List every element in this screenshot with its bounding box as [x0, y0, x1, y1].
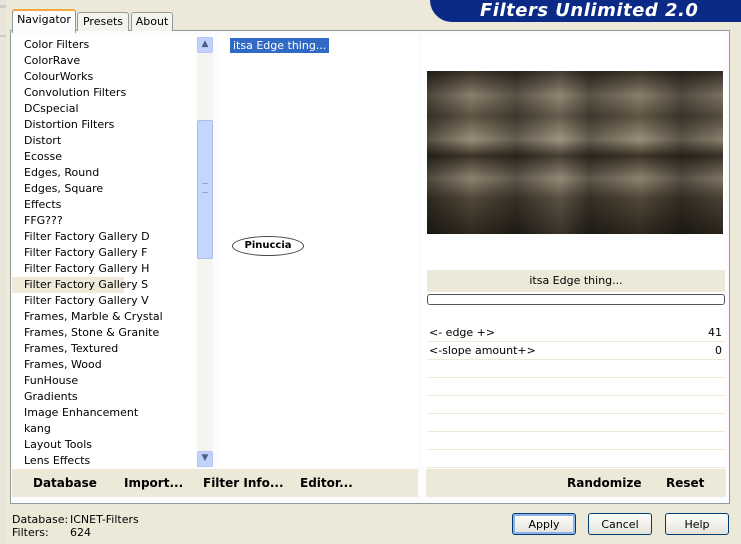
category-item[interactable]: Image Enhancement	[12, 405, 196, 421]
chevron-up-icon[interactable]: ▲	[197, 37, 213, 53]
category-item[interactable]: Frames, Wood	[12, 357, 196, 373]
reset-button[interactable]: Reset	[666, 476, 704, 490]
category-scrollbar[interactable]: ▲ ▼	[197, 37, 213, 467]
category-item[interactable]: Frames, Marble & Crystal	[12, 309, 196, 325]
param-row-empty	[427, 379, 725, 396]
category-item[interactable]: Filter Factory Gallery F	[12, 245, 196, 261]
param-row-empty	[427, 415, 725, 432]
param-row-empty	[427, 433, 725, 450]
left-edge-mark	[0, 5, 6, 8]
database-label: Database:	[12, 513, 69, 526]
filter-info-button[interactable]: Filter Info...	[203, 476, 284, 490]
category-item[interactable]: Filter Factory Gallery D	[12, 229, 196, 245]
tab-navigator[interactable]: Navigator	[12, 9, 76, 33]
category-item[interactable]: Ecosse	[12, 149, 196, 165]
category-item[interactable]: Effects	[12, 197, 196, 213]
param-label: <- edge +>	[429, 326, 496, 339]
category-list[interactable]: Color Filters ColorRave ColourWorks Convolu…	[12, 35, 196, 468]
filter-item[interactable]: itsa Edge thing...	[230, 38, 330, 53]
category-item[interactable]: ColorRave	[12, 53, 196, 69]
category-item[interactable]: Layout Tools	[12, 437, 196, 453]
randomize-button[interactable]: Randomize	[567, 476, 641, 490]
help-button[interactable]: Help	[665, 513, 729, 535]
category-item[interactable]: Filter Factory Gallery S	[12, 277, 148, 293]
category-item[interactable]: ColourWorks	[12, 69, 196, 85]
param-value: 41	[708, 326, 722, 339]
preview-image[interactable]	[427, 71, 723, 234]
category-item[interactable]: Edges, Round	[12, 165, 196, 181]
database-value: ICNET-Filters	[70, 513, 139, 526]
grip-icon	[202, 183, 208, 193]
category-item[interactable]: Frames, Stone & Granite	[12, 325, 196, 341]
category-item[interactable]: Lens Effects	[12, 453, 196, 468]
category-item[interactable]: FFG???	[12, 213, 196, 229]
category-item[interactable]: Distort	[12, 133, 196, 149]
param-row-empty	[427, 451, 725, 468]
import-button[interactable]: Import...	[124, 476, 183, 490]
param-row-slope[interactable]: <-slope amount+> 0	[427, 343, 725, 360]
watermark-logo: Pinuccia	[232, 236, 304, 256]
category-item[interactable]: FunHouse	[12, 373, 196, 389]
tab-presets[interactable]: Presets	[77, 12, 129, 31]
category-item[interactable]: Distortion Filters	[12, 117, 196, 133]
scroll-thumb[interactable]	[197, 120, 213, 259]
editor-button[interactable]: Editor...	[300, 476, 353, 490]
param-row-empty	[427, 361, 725, 378]
tab-about[interactable]: About	[131, 12, 173, 31]
param-label: <-slope amount+>	[429, 344, 536, 357]
category-item[interactable]: Gradients	[12, 389, 196, 405]
filters-count: 624	[70, 526, 91, 539]
category-item[interactable]: Frames, Textured	[12, 341, 196, 357]
param-row-edge[interactable]: <- edge +> 41	[427, 325, 725, 342]
database-button[interactable]: Database	[33, 476, 97, 490]
left-edge-strip	[0, 0, 6, 544]
category-item[interactable]: DCspecial	[12, 101, 196, 117]
filter-name-label: itsa Edge thing...	[427, 270, 725, 292]
progress-bar	[427, 294, 725, 305]
category-item[interactable]: Filter Factory Gallery V	[12, 293, 196, 309]
chevron-down-icon[interactable]: ▼	[197, 451, 213, 467]
left-edge-mark	[0, 35, 6, 37]
category-item[interactable]: Convolution Filters	[12, 85, 196, 101]
apply-button[interactable]: Apply	[512, 513, 576, 535]
banner-title: Filters Unlimited 2.0	[480, 0, 699, 21]
param-row-empty	[427, 397, 725, 414]
category-item[interactable]: Color Filters	[12, 37, 196, 53]
category-item[interactable]: Filter Factory Gallery H	[12, 261, 196, 277]
cancel-button[interactable]: Cancel	[588, 513, 652, 535]
param-value: 0	[715, 344, 722, 357]
category-item[interactable]: Edges, Square	[12, 181, 196, 197]
category-item[interactable]: kang	[12, 421, 196, 437]
filters-label: Filters:	[12, 526, 49, 539]
